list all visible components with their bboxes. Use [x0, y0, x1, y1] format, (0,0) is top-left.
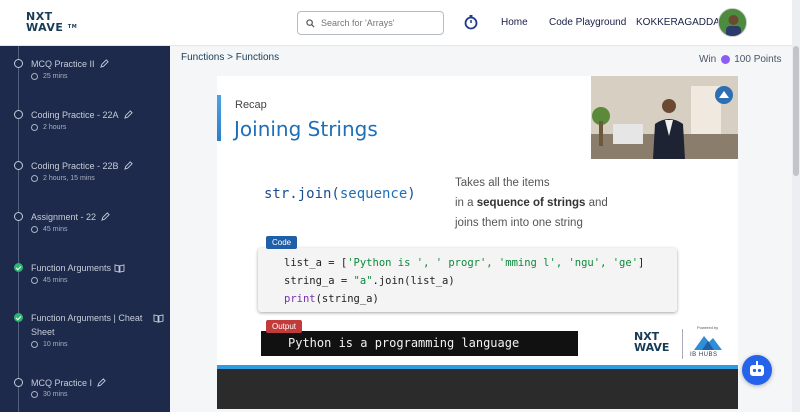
code-tag: Code — [266, 236, 298, 249]
sidebar-item-title: Assignment - 22 — [31, 212, 97, 222]
status-dot — [14, 110, 23, 119]
video-controls-area[interactable] — [217, 369, 738, 409]
nav-code-playground-link[interactable]: Code Playground — [549, 17, 626, 28]
sidebar-item-title: Coding Practice - 22B — [31, 161, 119, 171]
stopwatch-icon[interactable] — [463, 14, 479, 30]
clock-icon — [31, 175, 38, 182]
output-console: Python is a programming language — [261, 331, 578, 356]
user-name[interactable]: KOKKERAGADDA — [636, 17, 720, 28]
code-token: (string_a) — [315, 293, 379, 305]
lesson-video-player[interactable]: Recap Joining Strings str.join(sequence)… — [217, 76, 738, 409]
description-line-3: joins them into one string — [455, 217, 583, 229]
sidebar-item-title: Coding Practice - 22A — [31, 110, 119, 120]
sidebar-item-title: MCQ Practice I — [31, 378, 93, 388]
channel-logo-icon — [715, 86, 733, 104]
nxtwave-logo[interactable]: NXT WAVE TM — [26, 11, 77, 33]
description-line-2a: in a — [455, 197, 477, 209]
course-sidebar: MCQ Practice II 25 mins Coding Practice … — [0, 46, 170, 412]
description-line-2c: and — [585, 197, 608, 209]
code-function: print — [284, 293, 316, 305]
syntax-close: ) — [407, 186, 416, 202]
page-scrollbar[interactable] — [792, 0, 800, 412]
clock-icon — [31, 226, 38, 233]
book-icon — [114, 264, 125, 273]
search-input[interactable] — [321, 18, 431, 28]
chatbot-button[interactable] — [742, 355, 772, 385]
sidebar-item-duration: 2 hours, 15 mins — [43, 175, 95, 182]
title-accent-bar — [217, 95, 221, 141]
sidebar-item-title: MCQ Practice II — [31, 59, 95, 69]
completed-check-icon — [14, 313, 23, 322]
code-line-2: string_a = "a".join(list_a) — [284, 272, 677, 290]
edit-icon — [101, 212, 110, 221]
sidebar-item-duration: 25 mins — [43, 73, 68, 80]
timeline-line — [18, 46, 19, 412]
win-label: Win — [699, 54, 717, 65]
syntax-argument: sequence — [339, 186, 408, 202]
scrollbar-thumb[interactable] — [793, 46, 799, 176]
code-block: list_a = ['Python is ', ' progr', 'mming… — [258, 248, 677, 312]
avatar[interactable] — [718, 8, 747, 37]
book-icon — [153, 314, 164, 323]
status-dot — [14, 212, 23, 221]
edit-icon — [123, 161, 133, 170]
clock-icon — [31, 124, 38, 131]
sidebar-item-duration: 10 mins — [43, 341, 68, 348]
syntax-description: Takes all the items in a sequence of str… — [455, 173, 645, 233]
clock-icon — [31, 73, 38, 80]
code-token: .join(list_a) — [372, 275, 455, 287]
win-points-badge: Win 100 Points — [699, 54, 782, 65]
code-token: list_a = [ — [284, 257, 348, 269]
top-navbar: NXT WAVE TM Home Code Playground KOKKERA… — [0, 0, 800, 46]
breadcrumb[interactable]: Functions > Functions — [181, 52, 279, 63]
output-tag: Output — [266, 320, 303, 333]
sidebar-item-duration: 45 mins — [43, 277, 68, 284]
edit-icon — [99, 59, 109, 68]
coin-icon — [721, 55, 731, 64]
brand-divider — [682, 329, 683, 359]
syntax-line: str.join(sequence) — [264, 186, 416, 202]
clock-icon — [31, 277, 38, 284]
code-line-1: list_a = ['Python is ', ' progr', 'mming… — [284, 254, 677, 272]
search-icon — [306, 18, 315, 28]
slide-title: Joining Strings — [234, 117, 378, 141]
nav-home-link[interactable]: Home — [501, 17, 528, 28]
edit-icon — [97, 378, 106, 387]
ibhubs-mountain-icon — [694, 336, 722, 350]
status-dot — [14, 59, 23, 68]
brand-nxtwave: NXT WAVE — [634, 331, 669, 353]
code-string: "a" — [353, 275, 373, 287]
clock-icon — [31, 391, 38, 398]
instructor-webcam — [591, 76, 738, 159]
code-token: ] — [638, 257, 645, 269]
clock-icon — [31, 341, 38, 348]
code-token: string_a = — [284, 275, 354, 287]
status-dot — [14, 378, 23, 387]
slide-subtitle: Recap — [235, 99, 267, 111]
brand-powered-by: Powered by — [697, 325, 719, 330]
search-box[interactable] — [297, 11, 444, 35]
completed-check-icon — [14, 263, 23, 272]
sidebar-item-duration: 45 mins — [43, 226, 68, 233]
nxtwave-ibhubs-logo: NXT WAVE Powered by IB HUBS — [634, 325, 724, 361]
syntax-function: str.join( — [264, 186, 340, 202]
logo-line-2: WAVE — [26, 21, 64, 34]
sidebar-item-duration: 2 hours — [43, 124, 67, 131]
sidebar-item-title: Function Arguments — [31, 263, 112, 273]
sidebar-item-duration: 30 mins — [43, 391, 68, 398]
description-emphasis: sequence of strings — [476, 197, 586, 209]
logo-tm: TM — [67, 24, 78, 30]
points-value: 100 Points — [734, 54, 782, 65]
robot-icon — [750, 361, 764, 376]
code-string: 'Python is ', ' progr', 'mming l', 'ngu'… — [347, 257, 639, 269]
description-line-1: Takes all the items — [455, 177, 550, 189]
edit-icon — [123, 110, 133, 119]
brand-wave: WAVE — [634, 341, 670, 354]
brand-ibhubs: IB HUBS — [690, 352, 718, 358]
status-dot — [14, 161, 23, 170]
sidebar-item-title: Function Arguments | Cheat Sheet — [31, 313, 143, 337]
code-line-3: print(string_a) — [284, 290, 677, 308]
